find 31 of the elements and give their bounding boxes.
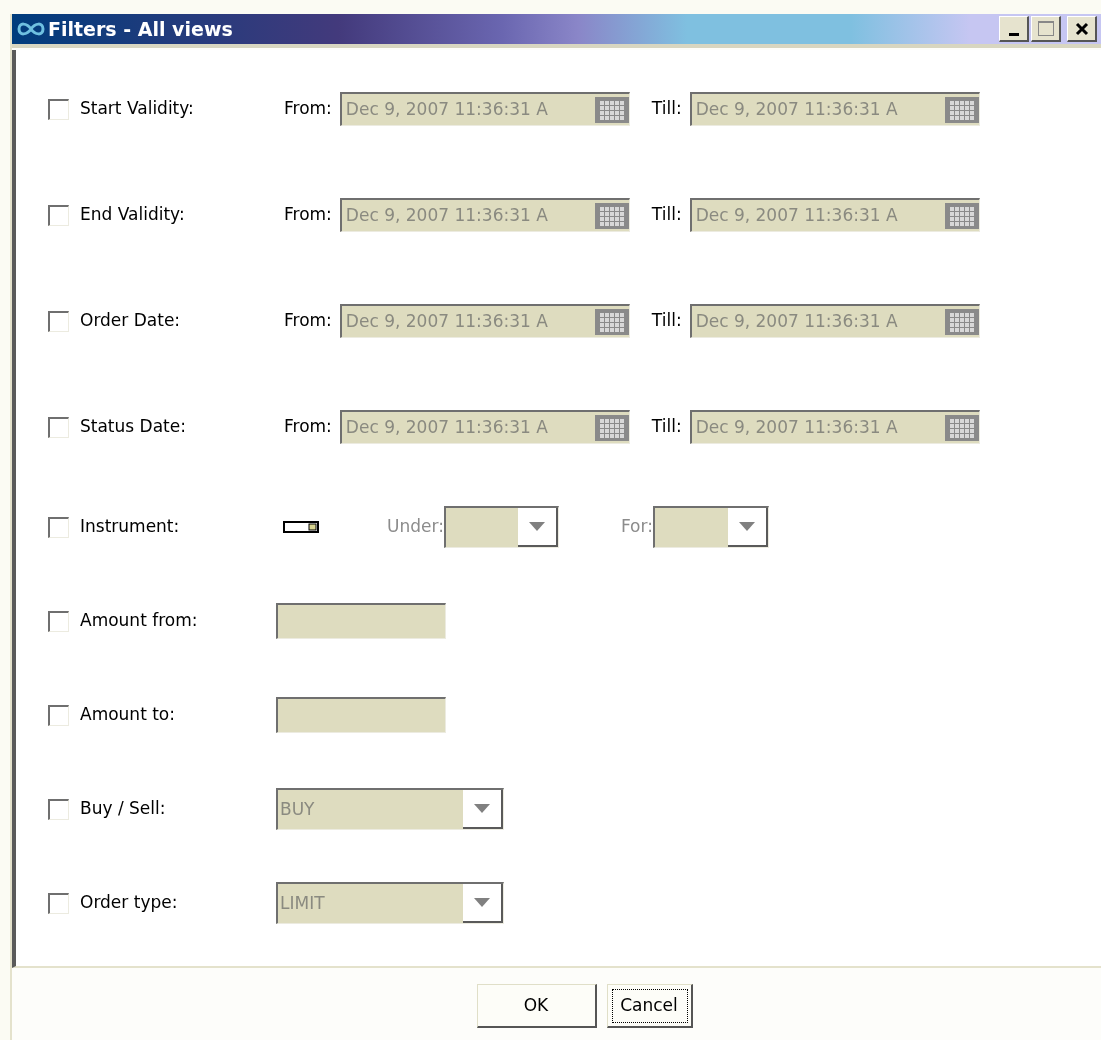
- field-label: From:: [284, 203, 332, 227]
- filter-label: Amount to:: [80, 703, 175, 727]
- filter-label: Amount from:: [80, 609, 198, 633]
- field-label: Till:: [651, 415, 682, 439]
- minimize-button[interactable]: [999, 16, 1029, 42]
- maximize-button[interactable]: [1031, 16, 1061, 42]
- filter-label: Order Date:: [80, 309, 181, 333]
- filter-label: Status Date:: [80, 415, 186, 439]
- close-icon: [1074, 21, 1089, 36]
- filter-label: Instrument:: [80, 515, 180, 539]
- dropdown-arrow-icon: [528, 522, 545, 531]
- filter-label: Buy / Sell:: [80, 797, 166, 821]
- close-button[interactable]: [1067, 16, 1097, 42]
- field-label: Till:: [651, 97, 682, 121]
- field-label: For:: [620, 515, 653, 539]
- dropdown-arrow-icon: [474, 804, 490, 813]
- dialog-button[interactable]: Cancel: [606, 984, 693, 1028]
- field-label: Under:: [387, 515, 444, 539]
- field-label: From:: [284, 97, 332, 121]
- field-label: From:: [284, 415, 332, 439]
- app-logo-icon: [16, 20, 46, 38]
- dropdown-arrow-icon: [738, 522, 755, 531]
- filter-label: Start Validity:: [80, 97, 194, 121]
- dropdown-arrow-icon: [474, 898, 490, 907]
- filter-label: End Validity:: [80, 203, 185, 227]
- filter-label: Order type:: [80, 891, 178, 915]
- field-label: From:: [284, 309, 332, 333]
- window-title: Filters - All views: [48, 16, 233, 42]
- field-label: Till:: [651, 203, 682, 227]
- dialog-button[interactable]: OK: [476, 984, 597, 1028]
- field-label: Till:: [651, 309, 682, 333]
